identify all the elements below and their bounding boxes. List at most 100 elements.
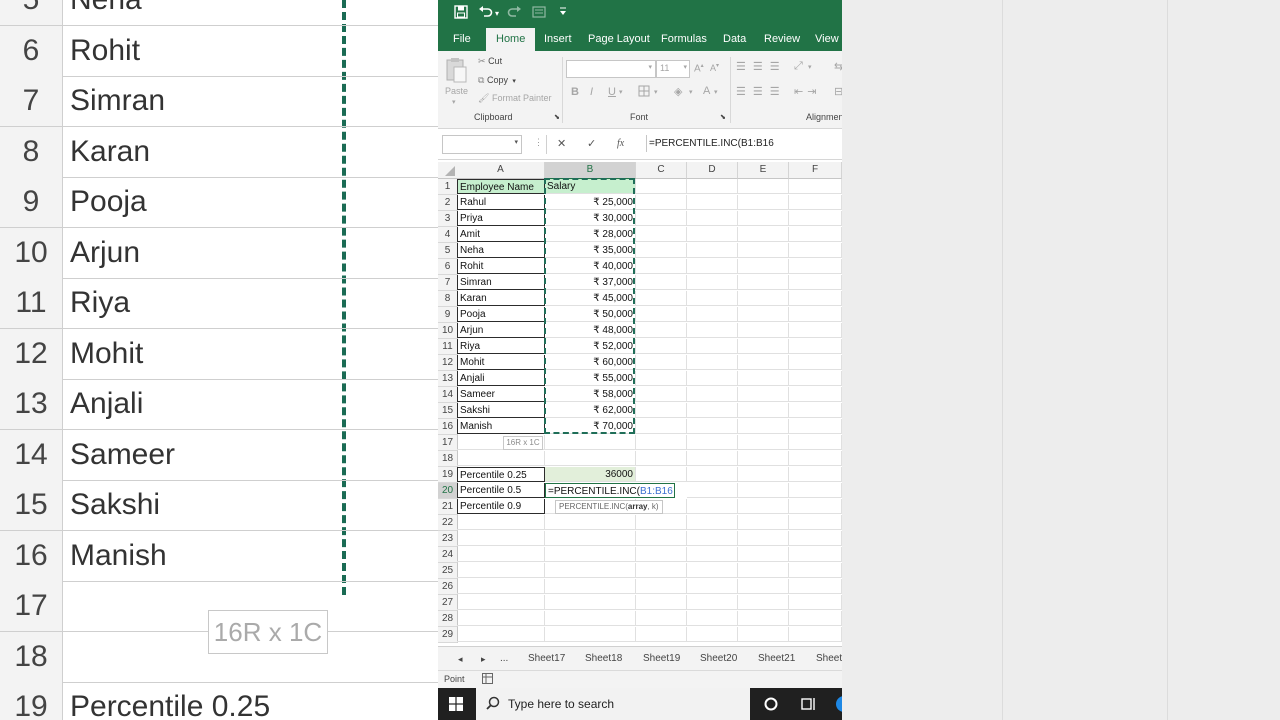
empty-cell[interactable] (789, 227, 842, 242)
empty-cell[interactable] (687, 323, 738, 338)
empty-cell[interactable] (687, 403, 738, 418)
empty-cell[interactable] (738, 371, 789, 386)
row-header[interactable]: 27 (438, 595, 458, 611)
empty-cell[interactable] (738, 515, 789, 530)
formula-input[interactable]: =PERCENTILE.INC(B1:B16 (646, 135, 842, 152)
empty-cell[interactable] (636, 179, 687, 194)
underline-dropdown-icon[interactable]: ▾ (619, 88, 623, 96)
empty-cell[interactable] (636, 451, 687, 466)
column-header-a[interactable]: A (457, 162, 545, 179)
empty-cell[interactable] (545, 579, 636, 594)
row-header[interactable]: 24 (438, 547, 458, 563)
font-launcher-icon[interactable]: ⬊ (720, 113, 726, 121)
salary-cell[interactable]: ₹ 45,000 (545, 291, 636, 306)
row-header[interactable]: 7 (438, 275, 458, 291)
empty-cell[interactable] (636, 323, 687, 338)
formula-edit-cell[interactable]: =PERCENTILE.INC(B1:B16 (545, 483, 675, 498)
empty-cell[interactable] (789, 259, 842, 274)
font-size-box[interactable]: 11 ▾ (656, 60, 690, 78)
row-header[interactable]: 2 (438, 195, 458, 211)
taskbar-search-box[interactable]: Type here to search (476, 688, 750, 720)
row-header[interactable]: 25 (438, 563, 458, 579)
empty-cell[interactable] (687, 227, 738, 242)
row-header[interactable]: 3 (438, 211, 458, 227)
empty-cell[interactable] (636, 515, 687, 530)
empty-cell[interactable] (636, 547, 687, 562)
empty-cell[interactable] (636, 387, 687, 402)
fill-color-icon[interactable]: ◈ (674, 85, 682, 98)
row-header[interactable]: 23 (438, 531, 458, 547)
empty-cell[interactable] (738, 547, 789, 562)
insert-function-icon[interactable]: fx (617, 138, 624, 149)
borders-icon[interactable] (638, 85, 650, 99)
empty-cell[interactable] (789, 579, 842, 594)
tab-formulas[interactable]: Formulas (656, 28, 712, 51)
empty-cell[interactable] (545, 627, 636, 642)
percentile-label-cell[interactable]: Percentile 0.9 (457, 499, 545, 514)
tab-view[interactable]: View (810, 28, 842, 51)
row-header[interactable]: 11 (438, 339, 458, 355)
empty-cell[interactable] (636, 355, 687, 370)
paste-button[interactable]: Paste ▾ (444, 56, 470, 108)
sheet-tab[interactable]: Sheet (816, 647, 842, 671)
empty-cell[interactable] (687, 371, 738, 386)
empty-cell[interactable] (636, 275, 687, 290)
salary-cell[interactable]: ₹ 70,000 (545, 419, 636, 434)
percentile-result-cell[interactable]: 36000 (545, 467, 636, 482)
header-cell-employee-name[interactable]: Employee Name (457, 179, 545, 194)
empty-cell[interactable] (789, 563, 842, 578)
sheet-tab[interactable]: Sheet18 (585, 647, 628, 671)
empty-cell[interactable] (738, 323, 789, 338)
name-box[interactable]: ▾ (442, 135, 522, 154)
salary-cell[interactable]: ₹ 35,000 (545, 243, 636, 258)
row-header[interactable]: 5 (438, 243, 458, 259)
empty-cell[interactable] (738, 275, 789, 290)
empty-cell[interactable] (687, 355, 738, 370)
empty-cell[interactable] (687, 195, 738, 210)
employee-name-cell[interactable]: Anjali (457, 371, 545, 386)
empty-cell[interactable] (738, 211, 789, 226)
column-header-c[interactable]: C (636, 162, 687, 179)
empty-cell[interactable] (789, 323, 842, 338)
italic-button[interactable]: I (590, 86, 593, 98)
clipboard-launcher-icon[interactable]: ⬊ (554, 113, 560, 121)
empty-cell[interactable] (636, 531, 687, 546)
column-header-d[interactable]: D (687, 162, 738, 179)
salary-cell[interactable]: ₹ 28,000 (545, 227, 636, 242)
salary-cell[interactable]: ₹ 58,000 (545, 387, 636, 402)
empty-cell[interactable] (687, 419, 738, 434)
sheet-tab[interactable]: Sheet19 (643, 647, 686, 671)
empty-cell[interactable] (687, 467, 738, 482)
empty-cell[interactable] (636, 339, 687, 354)
row-header[interactable]: 13 (438, 371, 458, 387)
empty-cell[interactable] (738, 531, 789, 546)
empty-cell[interactable] (545, 435, 636, 450)
empty-cell[interactable] (789, 179, 842, 194)
empty-cell[interactable] (789, 435, 842, 450)
row-header[interactable]: 14 (438, 387, 458, 403)
empty-cell[interactable] (687, 531, 738, 546)
employee-name-cell[interactable]: Rohit (457, 259, 545, 274)
row-header[interactable]: 8 (438, 291, 458, 307)
employee-name-cell[interactable]: Priya (457, 211, 545, 226)
empty-cell[interactable] (687, 275, 738, 290)
empty-cell[interactable] (738, 387, 789, 402)
windows-start-icon[interactable] (449, 697, 463, 716)
empty-cell[interactable] (789, 355, 842, 370)
row-header[interactable]: 29 (438, 627, 458, 643)
sheet-tab[interactable]: Sheet20 (700, 647, 743, 671)
empty-cell[interactable] (687, 307, 738, 322)
empty-cell[interactable] (687, 483, 738, 498)
empty-cell[interactable] (738, 579, 789, 594)
empty-cell[interactable] (636, 371, 687, 386)
undo-icon[interactable] (478, 5, 494, 23)
empty-cell[interactable] (789, 499, 842, 514)
row-header[interactable]: 1 (438, 179, 458, 195)
font-color-dropdown-icon[interactable]: ▾ (714, 88, 718, 96)
salary-cell[interactable]: ₹ 30,000 (545, 211, 636, 226)
save-icon[interactable] (454, 5, 468, 23)
salary-cell[interactable]: ₹ 40,000 (545, 259, 636, 274)
row-header[interactable]: 15 (438, 403, 458, 419)
empty-cell[interactable] (545, 547, 636, 562)
empty-cell[interactable] (789, 483, 842, 498)
